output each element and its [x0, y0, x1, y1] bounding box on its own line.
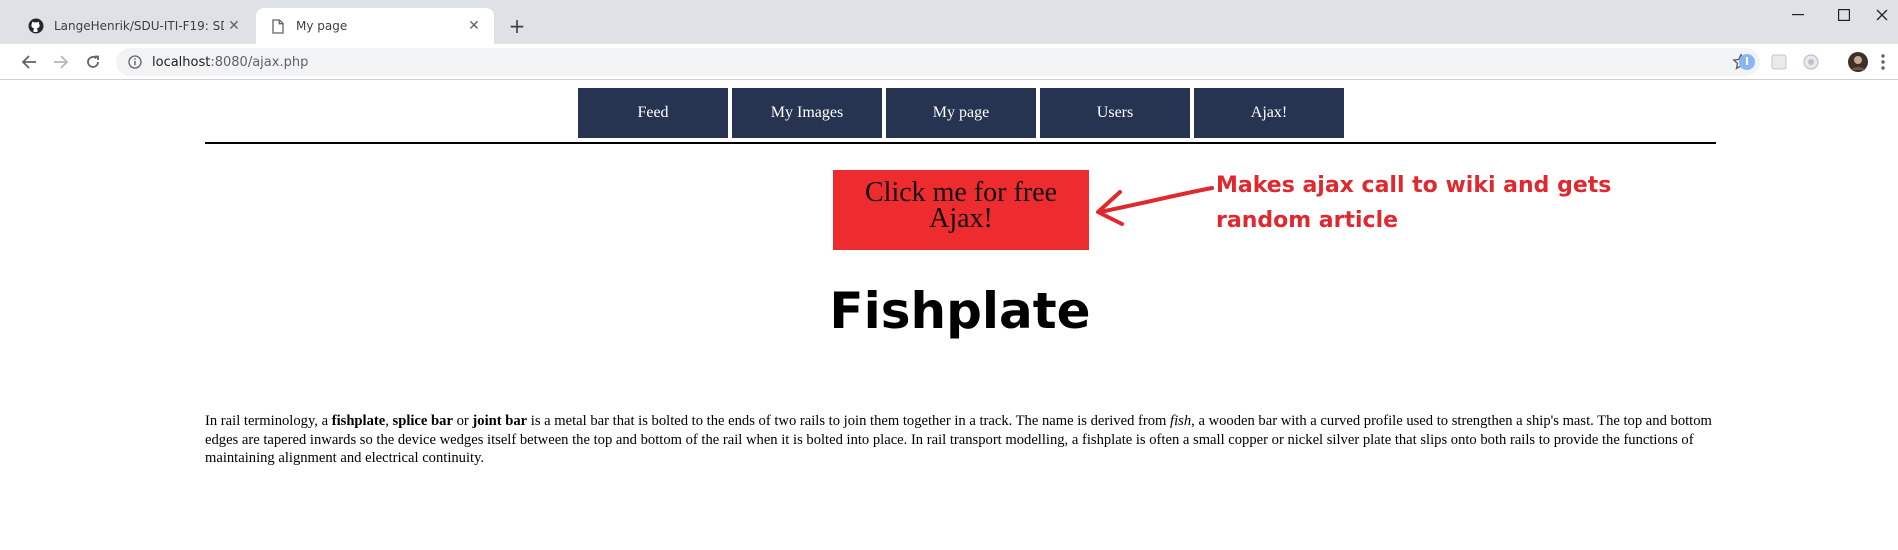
- address-bar[interactable]: localhost:8080/ajax.php: [116, 48, 1760, 76]
- body-italic: fish: [1170, 413, 1192, 429]
- github-icon: [28, 18, 44, 34]
- page-icon: [270, 18, 286, 34]
- extension-icon[interactable]: [1770, 53, 1788, 71]
- minimize-button[interactable]: [1778, 4, 1818, 26]
- extension-icon[interactable]: [1802, 53, 1820, 71]
- url-host: localhost: [152, 54, 211, 70]
- ajax-button[interactable]: Click me for free Ajax!: [833, 170, 1089, 250]
- article-body: In rail terminology, a fishplate, splice…: [205, 412, 1713, 468]
- new-tab-button[interactable]: +: [505, 14, 529, 38]
- url-path: :8080/ajax.php: [210, 54, 309, 70]
- reload-icon[interactable]: [81, 50, 105, 74]
- nav-users[interactable]: Users: [1040, 88, 1190, 138]
- body-bold: joint bar: [472, 413, 528, 429]
- close-window-button[interactable]: [1866, 4, 1898, 26]
- forward-icon[interactable]: [49, 50, 73, 74]
- browser-tabstrip: LangeHenrik/SDU-ITI-F19: SDU I ✕ My page…: [0, 0, 1898, 44]
- maximize-button[interactable]: [1824, 4, 1864, 26]
- tab-title: My page: [296, 19, 348, 33]
- extension-icon[interactable]: [1738, 53, 1756, 71]
- tab-github[interactable]: LangeHenrik/SDU-ITI-F19: SDU I ✕: [14, 8, 254, 44]
- back-icon[interactable]: [17, 50, 41, 74]
- nav-my-images[interactable]: My Images: [732, 88, 882, 138]
- arrow-icon: [1096, 186, 1214, 226]
- avatar[interactable]: [1848, 52, 1868, 72]
- body-text: ,: [385, 413, 393, 429]
- close-icon[interactable]: ✕: [224, 16, 244, 36]
- nav-feed[interactable]: Feed: [578, 88, 728, 138]
- nav-my-page[interactable]: My page: [886, 88, 1036, 138]
- nav-ajax[interactable]: Ajax!: [1194, 88, 1344, 138]
- close-icon[interactable]: ✕: [464, 16, 484, 36]
- body-text: or: [452, 413, 473, 429]
- annotation-text: Makes ajax call to wiki and gets random …: [1216, 173, 1612, 233]
- url-text: localhost:8080/ajax.php: [152, 55, 308, 70]
- article-title: Fishplate: [829, 282, 1091, 340]
- body-text: is a metal bar that is bolted to the end…: [527, 413, 1171, 429]
- body-bold: fishplate: [331, 413, 386, 429]
- tab-my-page[interactable]: My page ✕: [256, 8, 494, 44]
- tab-title: LangeHenrik/SDU-ITI-F19: SDU I: [54, 19, 224, 33]
- menu-icon[interactable]: [1880, 53, 1892, 71]
- body-bold: splice bar: [392, 413, 453, 429]
- nav-divider: [205, 142, 1716, 144]
- browser-toolbar: localhost:8080/ajax.php: [0, 44, 1898, 80]
- info-icon[interactable]: [128, 55, 142, 69]
- site-nav: Feed My Images My page Users Ajax!: [578, 88, 1348, 138]
- body-text: In rail terminology, a: [205, 413, 332, 429]
